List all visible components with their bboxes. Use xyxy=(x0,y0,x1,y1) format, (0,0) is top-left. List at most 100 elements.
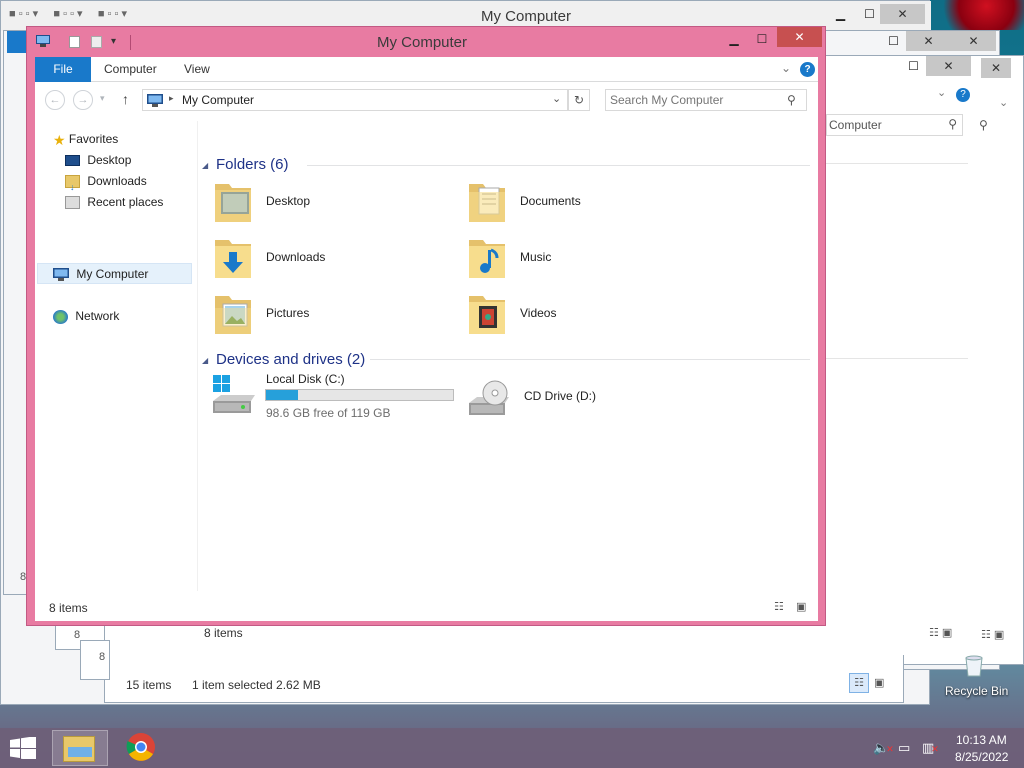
clock-date[interactable]: 8/25/2022 xyxy=(955,750,1008,764)
back-window-4-status-selected: 1 item selected 2.62 MB xyxy=(192,678,321,692)
taskbar-file-explorer-button[interactable] xyxy=(52,730,108,766)
folder-label-music: Music xyxy=(520,250,552,264)
search-icon[interactable]: ⚲ xyxy=(787,93,796,107)
back-window-4-status-items: 15 items xyxy=(126,678,172,692)
power-icon[interactable]: ▭ xyxy=(898,740,910,756)
back-window-4[interactable]: 15 items 1 item selected 2.62 MB ☷ ▣ xyxy=(104,655,904,703)
active-qat-dropdown-icon[interactable]: ▾ xyxy=(111,36,116,47)
back-window-1-title: My Computer xyxy=(481,8,572,25)
navigation-pane: ★ Favorites Desktop ↓ Downloads Recent p… xyxy=(35,121,195,591)
documents-folder-icon xyxy=(467,178,507,224)
nav-network[interactable]: Network xyxy=(53,306,119,326)
nav-favorites-label: Favorites xyxy=(68,132,119,146)
tab-view[interactable]: View xyxy=(184,57,210,82)
folders-collapse-icon[interactable]: ◢ xyxy=(202,161,208,170)
back-window-3-view-icons[interactable]: ☷ ▣ xyxy=(929,626,952,639)
tab-computer[interactable]: Computer xyxy=(104,57,157,82)
nav-desktop-label: Desktop xyxy=(87,153,132,167)
volume-muted-icon[interactable]: 🔈✕ xyxy=(873,740,894,756)
folder-tile-music[interactable]: Music xyxy=(467,234,707,284)
address-bar[interactable]: ▸ My Computer ⌄ xyxy=(142,89,568,111)
active-minimize-button[interactable]: ▁ xyxy=(721,29,747,49)
drive-tile-cd[interactable]: CD Drive (D:) xyxy=(465,375,705,425)
back-qat-icons: ■ ▫ ▫ ▾ ■ ▫ ▫ ▾ ■ ▫ ▫ ▾ xyxy=(9,8,127,20)
back-window-3-search-input[interactable]: Computer ⚲ xyxy=(826,114,963,136)
nav-desktop[interactable]: Desktop xyxy=(65,150,131,170)
active-maximize-button[interactable]: ☐ xyxy=(749,29,775,49)
folder-tile-downloads[interactable]: Downloads xyxy=(213,234,453,284)
folders-section-header[interactable]: Folders (6) xyxy=(216,156,289,173)
help-icon[interactable]: ? xyxy=(800,62,815,77)
active-qat-newfolder-icon[interactable] xyxy=(91,36,102,48)
back-window-3b-close-button[interactable]: ✕ xyxy=(981,58,1011,78)
back-window-2b-close-button[interactable]: ✕ xyxy=(951,31,996,51)
back-nav-button[interactable]: ← xyxy=(45,90,65,110)
recent-places-icon xyxy=(65,196,80,210)
back-window-3-search-icon[interactable]: ⚲ xyxy=(948,117,957,131)
back-window-3-search-icon-2[interactable]: ⚲ xyxy=(979,118,988,132)
back-window-2-close-button[interactable]: ✕ xyxy=(906,31,951,51)
recycle-bin-desktop-icon[interactable]: Recycle Bin xyxy=(945,650,1015,700)
back-window-3-expand-icon[interactable]: ⌄ xyxy=(937,86,946,99)
nav-my-computer[interactable]: My Computer xyxy=(53,264,148,284)
back-window-3-close-button[interactable]: ✕ xyxy=(926,56,971,76)
up-nav-button[interactable]: ↑ xyxy=(122,91,129,107)
active-window[interactable]: ▾ My Computer ▁ ☐ ✕ File Computer View ⌄… xyxy=(26,26,826,626)
tab-file[interactable]: File xyxy=(35,57,91,82)
address-dropdown-icon[interactable]: ⌄ xyxy=(552,92,561,105)
back-window-3-help-icon[interactable]: ? xyxy=(956,88,970,102)
local-disk-label: Local Disk (C:) xyxy=(266,372,345,386)
taskbar-chrome-button[interactable] xyxy=(126,732,160,764)
status-item-count: 8 items xyxy=(49,601,88,615)
back-window-4-tiles-view-icon[interactable]: ▣ xyxy=(874,676,884,689)
folder-tile-desktop[interactable]: Desktop xyxy=(213,178,453,228)
active-qat-properties-icon[interactable] xyxy=(69,36,80,48)
folder-label-documents: Documents xyxy=(520,194,581,208)
recycle-bin-icon xyxy=(963,653,985,677)
recent-locations-chevron-icon[interactable]: ▾ xyxy=(100,93,105,104)
nav-my-computer-label: My Computer xyxy=(76,267,149,281)
folder-label-downloads: Downloads xyxy=(266,250,326,264)
search-input[interactable]: ⚲ xyxy=(605,89,807,111)
details-view-icon[interactable]: ☷ xyxy=(774,600,784,613)
refresh-button[interactable]: ↻ xyxy=(568,89,590,111)
videos-folder-icon xyxy=(467,290,507,336)
music-folder-icon xyxy=(467,234,507,280)
ribbon-tabs: File Computer View ⌄ ? xyxy=(35,57,818,82)
downloads-folder-icon xyxy=(213,234,253,280)
back-window-4-details-view-icon[interactable]: ☷ xyxy=(849,673,869,693)
drive-tile-local-disk[interactable]: Local Disk (C:) 98.6 GB free of 119 GB xyxy=(211,372,461,425)
local-disk-capacity-fill xyxy=(266,390,298,400)
search-field[interactable] xyxy=(610,92,780,108)
folder-tile-pictures[interactable]: Pictures xyxy=(213,290,453,340)
back-window-1-close-button[interactable]: ✕ xyxy=(880,4,925,24)
large-icons-view-icon[interactable]: ▣ xyxy=(796,600,806,613)
address-separator-icon[interactable]: ▸ xyxy=(169,93,174,104)
back-window-3-divider xyxy=(826,163,968,164)
back-window-3b-view-icons[interactable]: ☷ ▣ xyxy=(981,628,1004,641)
network-status-icon[interactable]: ▥✕ xyxy=(922,740,939,756)
pane-divider[interactable] xyxy=(197,121,198,591)
nav-recent-places[interactable]: Recent places xyxy=(65,192,163,212)
nav-downloads[interactable]: ↓ Downloads xyxy=(65,171,147,192)
folder-tile-documents[interactable]: Documents xyxy=(467,178,707,228)
ribbon-expand-icon[interactable]: ⌄ xyxy=(781,61,791,75)
start-button[interactable] xyxy=(6,734,40,762)
pictures-folder-icon xyxy=(213,290,253,336)
address-path-text[interactable]: My Computer xyxy=(182,93,254,107)
devices-collapse-icon[interactable]: ◢ xyxy=(202,356,208,365)
active-qat-computer-icon[interactable] xyxy=(36,35,50,47)
devices-section-header[interactable]: Devices and drives (2) xyxy=(216,351,365,368)
clock-time[interactable]: 10:13 AM xyxy=(956,733,1007,747)
active-close-button[interactable]: ✕ xyxy=(777,27,822,47)
forward-nav-button[interactable]: → xyxy=(73,90,93,110)
folders-section-line xyxy=(307,165,810,166)
local-disk-free-space: 98.6 GB free of 119 GB xyxy=(266,406,391,420)
nav-network-label: Network xyxy=(75,309,120,323)
folder-tile-videos[interactable]: Videos xyxy=(467,290,707,340)
devices-section-line xyxy=(370,359,810,360)
back-window-3-help2-icon[interactable]: ⌄ xyxy=(999,96,1008,109)
nav-favorites[interactable]: ★ Favorites xyxy=(53,129,118,149)
computer-icon xyxy=(53,268,69,282)
local-disk-icon xyxy=(211,375,259,419)
